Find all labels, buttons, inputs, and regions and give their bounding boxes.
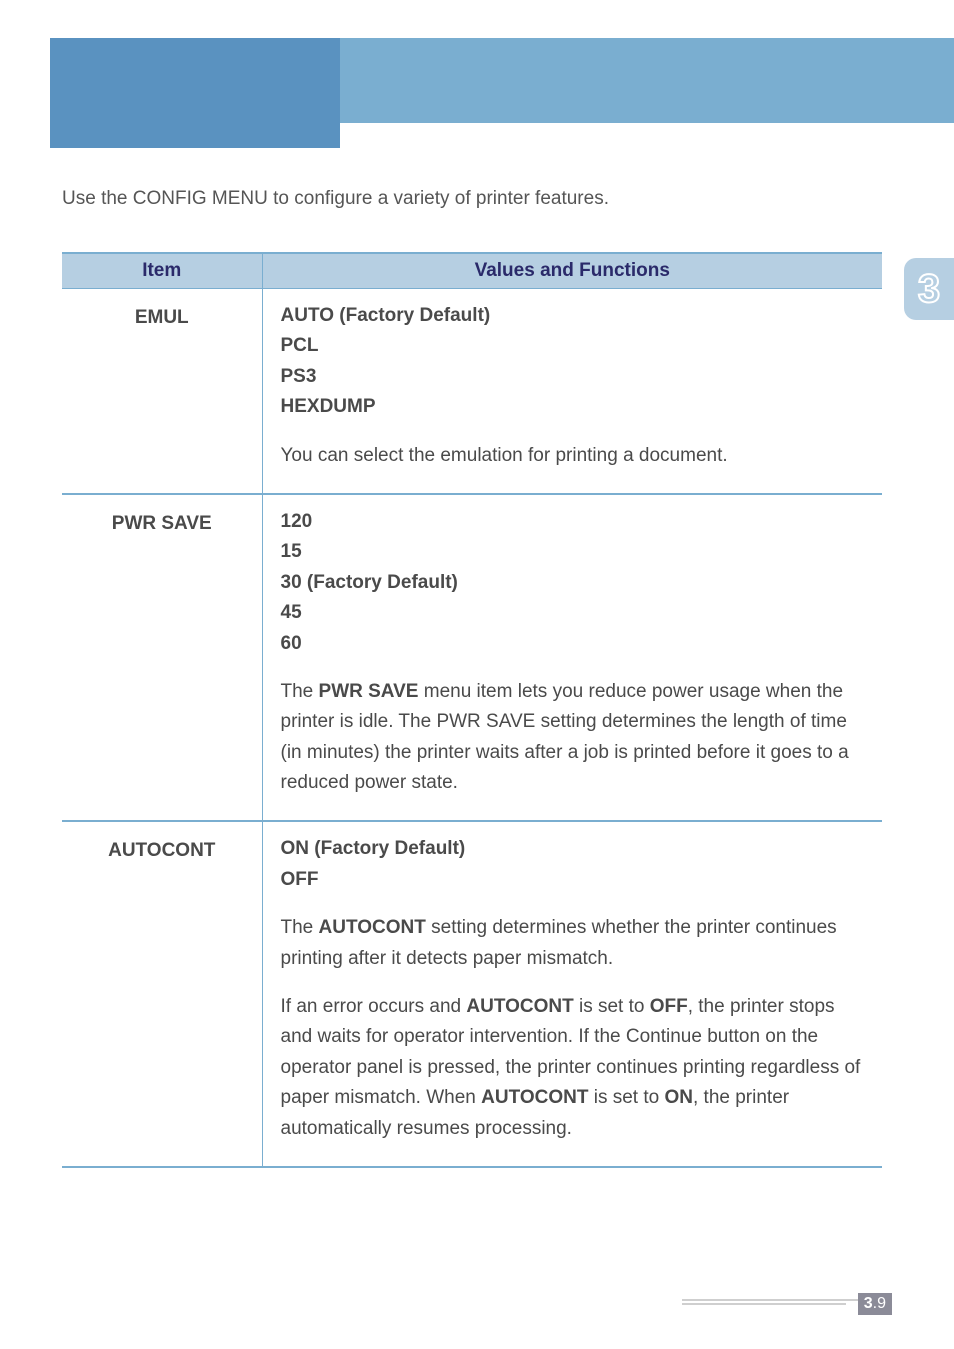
item-autocont: AUTOCONT bbox=[62, 821, 262, 1167]
table-header-row: Item Values and Functions bbox=[62, 253, 882, 289]
page-number: 3.9 bbox=[858, 1293, 892, 1315]
table-row: AUTOCONT ON (Factory Default) OFF The AU… bbox=[62, 821, 882, 1167]
default-value: HEXDUMP bbox=[281, 392, 865, 422]
p2-b2: OFF bbox=[650, 996, 688, 1017]
default-value: OFF bbox=[281, 865, 865, 895]
page-chapter: 3 bbox=[864, 1295, 873, 1312]
desc-bold: PWR SAVE bbox=[319, 681, 419, 702]
intro-text: Use the CONFIG MENU to configure a varie… bbox=[62, 188, 892, 210]
item-pwrsave: PWR SAVE bbox=[62, 494, 262, 822]
p2-mid1: is set to bbox=[574, 996, 650, 1017]
page-sub: .9 bbox=[873, 1295, 886, 1312]
default-value: 30 (Factory Default) bbox=[281, 568, 865, 598]
desc-text: The AUTOCONT setting determines whether … bbox=[281, 913, 865, 974]
p2-b1: AUTOCONT bbox=[466, 996, 573, 1017]
default-value: PS3 bbox=[281, 362, 865, 392]
header-values: Values and Functions bbox=[262, 253, 882, 289]
values-autocont: ON (Factory Default) OFF The AUTOCONT se… bbox=[262, 821, 882, 1167]
table-row: PWR SAVE 120 15 30 (Factory Default) 45 … bbox=[62, 494, 882, 822]
footer-rule-2 bbox=[682, 1303, 846, 1305]
values-emul: AUTO (Factory Default) PCL PS3 HEXDUMP Y… bbox=[262, 289, 882, 494]
desc-pre: The bbox=[281, 681, 319, 702]
values-pwrsave: 120 15 30 (Factory Default) 45 60 The PW… bbox=[262, 494, 882, 822]
desc-text: If an error occurs and AUTOCONT is set t… bbox=[281, 992, 865, 1144]
chapter-number-icon: 3 bbox=[912, 266, 946, 312]
default-value: PCL bbox=[281, 331, 865, 361]
chapter-badge: 3 bbox=[904, 258, 954, 320]
default-value: ON (Factory Default) bbox=[281, 834, 865, 864]
default-value: 15 bbox=[281, 537, 865, 567]
p1-bold: AUTOCONT bbox=[319, 917, 426, 938]
default-value: 45 bbox=[281, 598, 865, 628]
p2-b3: AUTOCONT bbox=[481, 1087, 588, 1108]
config-menu-table: Item Values and Functions EMUL AUTO (Fac… bbox=[62, 252, 882, 1168]
default-value: AUTO (Factory Default) bbox=[281, 301, 865, 331]
default-value: 60 bbox=[281, 629, 865, 659]
header-item: Item bbox=[62, 253, 262, 289]
desc-text: The PWR SAVE menu item lets you reduce p… bbox=[281, 677, 865, 799]
badge-digit: 3 bbox=[918, 267, 940, 311]
p2-pre: If an error occurs and bbox=[281, 996, 467, 1017]
p2-mid3: is set to bbox=[588, 1087, 664, 1108]
p1-pre: The bbox=[281, 917, 319, 938]
item-emul: EMUL bbox=[62, 289, 262, 494]
header-block bbox=[50, 38, 340, 148]
default-value: 120 bbox=[281, 507, 865, 537]
table-row: EMUL AUTO (Factory Default) PCL PS3 HEXD… bbox=[62, 289, 882, 494]
desc-text: You can select the emulation for printin… bbox=[281, 441, 865, 471]
p2-b4: ON bbox=[664, 1087, 693, 1108]
